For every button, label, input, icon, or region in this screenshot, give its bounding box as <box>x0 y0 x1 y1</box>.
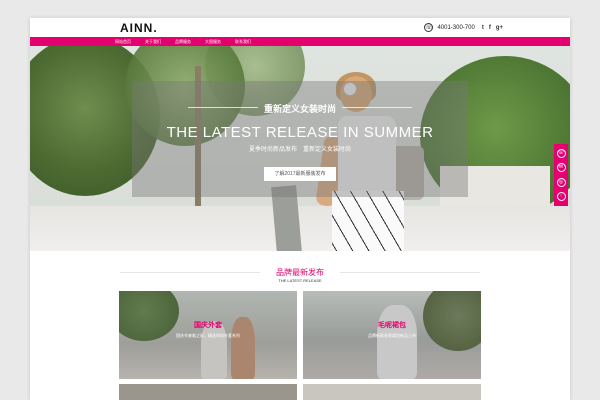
back-to-top-icon[interactable]: ↑ <box>556 192 566 202</box>
nav-item-brand[interactable]: 品牌服务 <box>168 37 198 46</box>
release-card[interactable]: 国庆外套 国庆节来临之际，精选时尚外套系列 <box>119 291 297 379</box>
card-description: 品牌新款毛呢裙包新品上市 <box>368 333 416 338</box>
qq-icon[interactable]: ◎ <box>556 177 566 187</box>
release-card[interactable] <box>119 384 297 400</box>
hero-cn-title: 重新定义女装时尚 <box>263 104 336 114</box>
phone-icon: ☏ <box>424 23 434 32</box>
nav-item-gallery[interactable]: 大图服务 <box>198 37 228 46</box>
logo[interactable]: AINN. <box>120 21 158 35</box>
card-title: 毛呢裙包 <box>378 322 406 329</box>
social-links: t f g+ <box>482 25 503 31</box>
release-card[interactable]: 毛呢裙包 品牌新款毛呢裙包新品上市 <box>303 291 481 379</box>
section-subtitle: THE LATEST RELEASE <box>278 278 322 283</box>
page: AINN. ☏ 4001-300-700 t f g+ 网站首页 关于我们 品牌… <box>30 18 570 400</box>
google-plus-icon[interactable]: g+ <box>496 25 503 31</box>
twitter-icon[interactable]: t <box>482 25 484 31</box>
top-bar: AINN. ☏ 4001-300-700 t f g+ <box>30 18 570 37</box>
model-skirt <box>332 191 404 251</box>
contact-bar: ☏ 4001-300-700 t f g+ <box>424 23 503 32</box>
hero-cta-button[interactable]: 了解2017最新服装发布 <box>264 167 336 181</box>
main-nav: 网站首页 关于我们 品牌服务 大图服务 联系我们 <box>30 37 570 46</box>
phone-number: 4001-300-700 <box>437 24 475 31</box>
section-title: 品牌最新发布 <box>276 268 324 277</box>
nav-item-about[interactable]: 关于我们 <box>138 37 168 46</box>
hero-sub-right: 重新定义女装时尚 <box>303 147 352 153</box>
hero-sub-left: 夏季时尚新品发布 <box>248 147 297 153</box>
hero-title: THE LATEST RELEASE IN SUMMER <box>166 124 434 141</box>
card-description: 国庆节来临之际，精选时尚外套系列 <box>176 333 240 338</box>
release-card[interactable] <box>303 384 481 400</box>
nav-item-contact[interactable]: 联系我们 <box>228 37 258 46</box>
facebook-icon[interactable]: f <box>489 25 491 31</box>
card-title: 国庆外套 <box>194 322 222 329</box>
chat-icon[interactable]: ✉ <box>556 163 566 173</box>
phone-icon[interactable]: ☏ <box>556 148 566 158</box>
nav-item-home[interactable]: 网站首页 <box>108 37 138 46</box>
side-toolbar: ☏ ✉ ◎ ↑ <box>554 144 568 206</box>
hero-subtitle: 夏季时尚新品发布 重新定义女装时尚 <box>132 144 468 153</box>
